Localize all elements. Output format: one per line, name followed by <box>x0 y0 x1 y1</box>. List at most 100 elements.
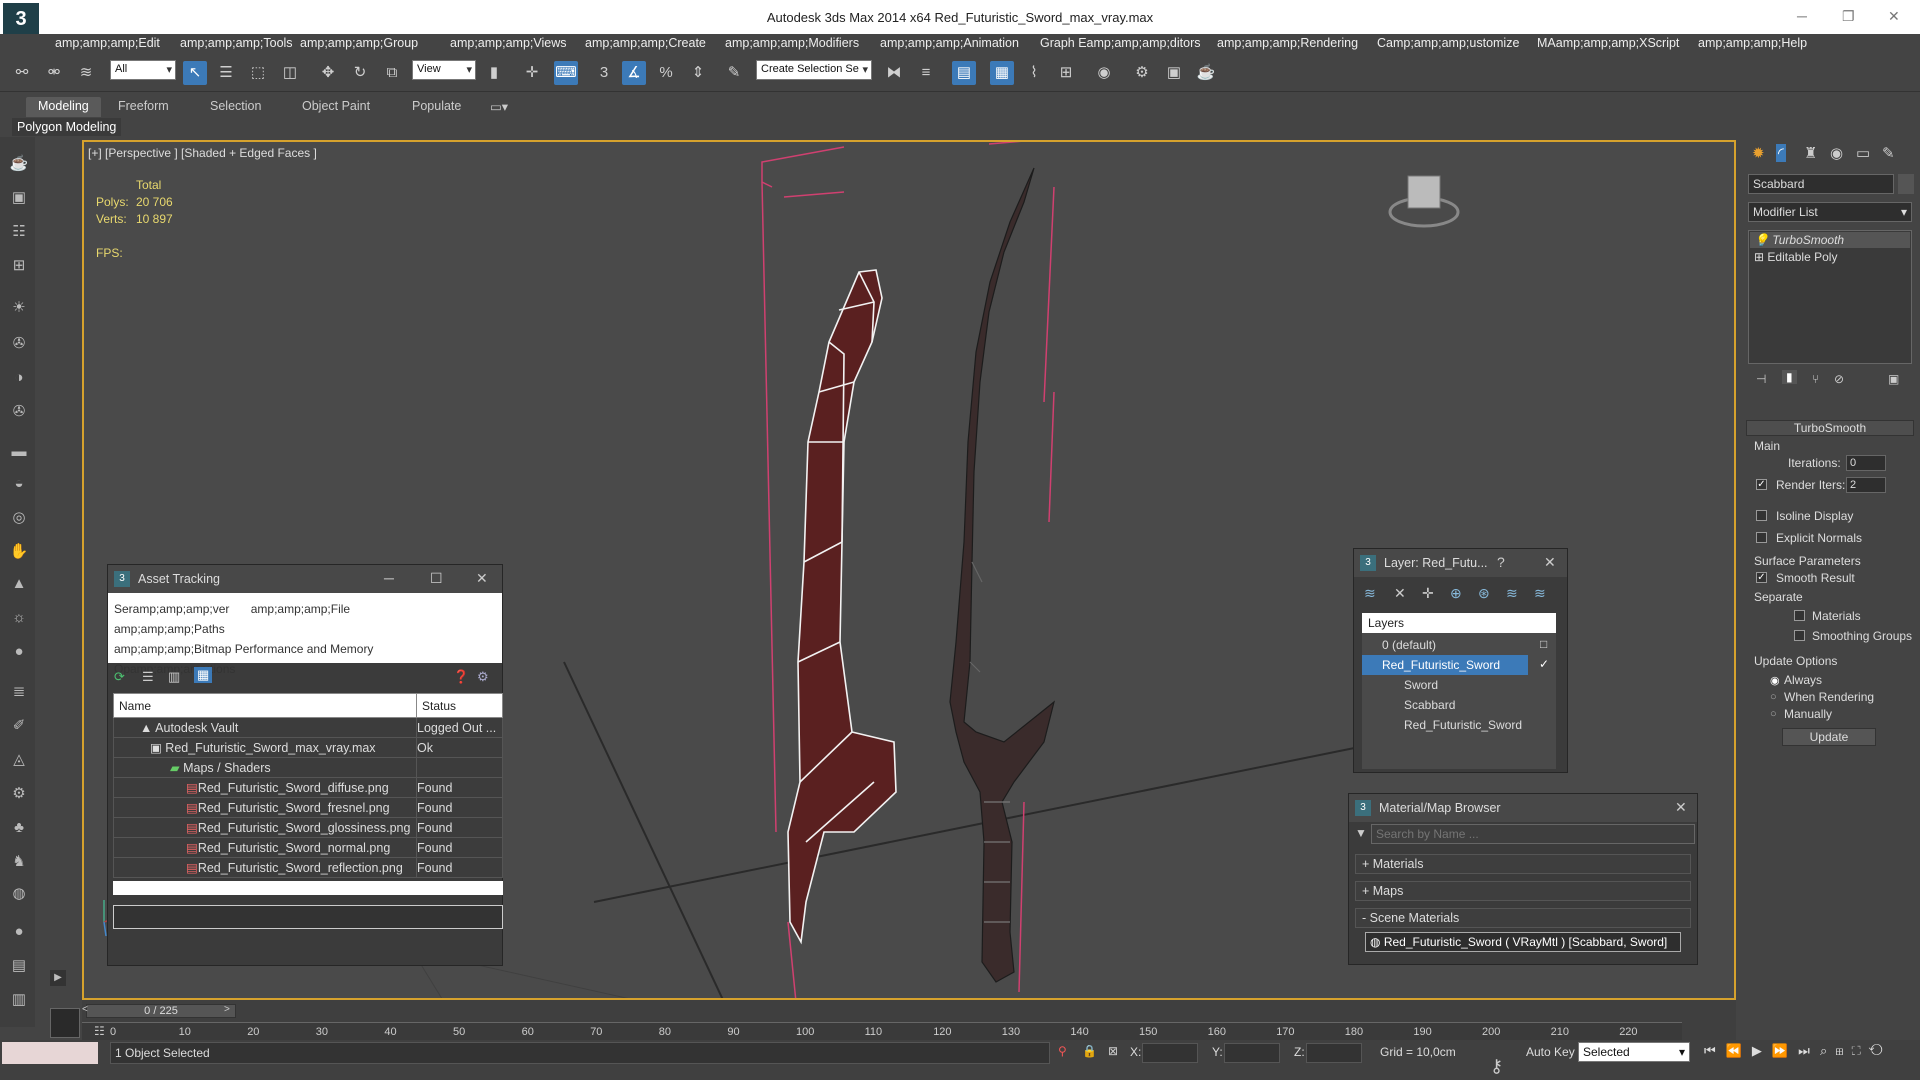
key-icon[interactable]: ⚷ <box>1490 1056 1503 1077</box>
menu-tools[interactable]: amp;amp;amp;Tools <box>180 36 293 50</box>
list-icon[interactable]: ☷ <box>8 221 30 243</box>
unlink-icon[interactable]: ⚮ <box>42 61 66 85</box>
maxscript-listener[interactable] <box>2 1042 98 1064</box>
absolute-mode-icon[interactable]: ⊠ <box>1108 1044 1118 1058</box>
next-frame-arrow-icon[interactable]: > <box>224 1004 230 1015</box>
layer-item-red-futuristic-sword[interactable]: Red_Futuristic_Sword <box>1362 655 1528 675</box>
select-by-name-icon[interactable]: ☰ <box>214 61 238 85</box>
menu-graph-editors[interactable]: Graph Eamp;amp;amp;ditors <box>1040 36 1201 50</box>
next-key-icon[interactable]: ⏩ <box>1772 1043 1798 1058</box>
group-scene-materials[interactable]: - Scene Materials <box>1355 908 1691 928</box>
prev-frame-arrow-icon[interactable]: < <box>82 1004 88 1015</box>
sphere-icon[interactable]: ◒ <box>8 473 30 495</box>
group-maps[interactable]: + Maps <box>1355 881 1691 901</box>
pin-stack-icon[interactable]: ⊣ <box>1756 372 1766 386</box>
rendered-frame-icon[interactable]: ▣ <box>1162 61 1186 85</box>
asset-menu-server[interactable]: Seramp;amp;amp;ver <box>114 602 229 616</box>
go-end-icon[interactable]: ⏭ <box>1798 1043 1820 1058</box>
asset-menu-file[interactable]: amp;amp;amp;File <box>251 602 350 616</box>
layer-manager-icon[interactable]: ≋ <box>1364 585 1376 602</box>
tab-populate[interactable]: Populate <box>400 97 473 117</box>
lightbulb-icon[interactable]: 💡 <box>1754 233 1769 247</box>
keyboard-shortcut-icon[interactable]: ⌨ <box>554 61 578 85</box>
lock-icon[interactable]: 🔒 <box>1082 1044 1097 1058</box>
globe-icon[interactable]: ◍ <box>8 883 30 905</box>
sun-icon[interactable]: ☼ <box>8 607 30 629</box>
menu-group[interactable]: amp;amp;amp;Group <box>300 36 418 50</box>
ribbon-toggle-icon[interactable]: ▦ <box>990 61 1014 85</box>
menu-help[interactable]: amp;amp;amp;Help <box>1698 36 1807 50</box>
layer-object-scabbard[interactable]: Scabbard <box>1362 695 1556 715</box>
named-selection-set-dropdown[interactable]: Create Selection Se <box>756 60 872 80</box>
torus-icon[interactable]: ◎ <box>8 507 30 529</box>
time-slider[interactable]: 0 / 225 <box>86 1004 236 1018</box>
modifier-list-dropdown[interactable]: Modifier List ▾ <box>1748 202 1912 222</box>
search-input[interactable] <box>1371 824 1695 844</box>
minimize-icon[interactable]: ─ <box>384 570 394 586</box>
mirror-icon[interactable]: ⧓ <box>882 61 906 85</box>
settings-icon[interactable]: ⚙ <box>477 669 489 685</box>
detail-view-icon[interactable]: ▥ <box>168 669 180 685</box>
cone-icon[interactable]: ▲ <box>8 573 30 595</box>
browser-options-icon[interactable]: ▼ <box>1355 826 1367 840</box>
table-row[interactable]: ▲ Autodesk Vault Logged Out ... <box>113 717 503 738</box>
table-row[interactable]: ▤Red_Futuristic_Sword_glossiness.png Foun… <box>113 817 503 838</box>
box-icon[interactable]: ▬ <box>8 441 30 463</box>
edit-named-sets-icon[interactable]: ✎ <box>722 61 746 85</box>
hide-toggle-icon[interactable]: □ <box>1540 637 1547 651</box>
restore-icon[interactable]: ❐ <box>1842 8 1855 25</box>
tab-modeling[interactable]: Modeling <box>26 97 101 117</box>
table-row[interactable]: ▤Red_Futuristic_Sword_fresnel.png Found <box>113 797 503 818</box>
materials-checkbox[interactable] <box>1794 610 1805 621</box>
selection-filter-dropdown[interactable]: All <box>110 60 176 80</box>
close-icon[interactable]: ✕ <box>1544 554 1556 571</box>
pivot-center-icon[interactable]: ▮ <box>482 61 506 85</box>
stack-item-turbosmooth[interactable]: 💡 TurboSmooth <box>1750 232 1910 248</box>
maximize-icon[interactable]: ☐ <box>430 570 443 587</box>
table-view-icon[interactable]: ▦ <box>194 667 213 683</box>
schematic-view-icon[interactable]: ⊞ <box>1054 61 1078 85</box>
col-status-header[interactable]: Status <box>416 693 503 718</box>
highlight-layer-icon[interactable]: ⊛ <box>1478 585 1490 602</box>
table-row[interactable]: ▤Red_Futuristic_Sword_reflection.png Foun… <box>113 857 503 878</box>
close-icon[interactable]: ✕ <box>1675 799 1687 816</box>
link-icon[interactable]: ⚯ <box>10 61 34 85</box>
tab-selection[interactable]: Selection <box>198 97 273 117</box>
delete-layer-icon[interactable]: ✕ <box>1394 585 1406 602</box>
material-editor-icon[interactable]: ◉ <box>1092 61 1116 85</box>
curve-editor-icon[interactable]: ⌇ <box>1022 61 1046 85</box>
create-tab-icon[interactable]: ✹ <box>1752 144 1765 162</box>
hand-icon[interactable]: ✋ <box>8 541 30 563</box>
pyramid-icon[interactable]: ◬ <box>8 749 30 771</box>
layer-object-red-futuristic-sword[interactable]: Red_Futuristic_Sword <box>1362 715 1556 735</box>
prev-key-icon[interactable]: ⏪ <box>1726 1043 1752 1058</box>
menu-views[interactable]: amp;amp;amp;Views <box>450 36 567 50</box>
menu-modifiers[interactable]: amp;amp;amp;Modifiers <box>725 36 859 50</box>
stack-item-editable-poly[interactable]: ⊞ Editable Poly <box>1750 249 1910 265</box>
light-icon[interactable]: ☀ <box>8 297 30 319</box>
menu-edit[interactable]: amp;amp;amp;Edit <box>55 36 160 50</box>
motion-tab-icon[interactable]: ◉ <box>1830 144 1843 162</box>
layers-header[interactable]: Layers <box>1362 613 1556 633</box>
remove-modifier-icon[interactable]: ⊘ <box>1834 372 1844 386</box>
set-key-filter-dropdown[interactable]: Selected ▾ <box>1578 1042 1690 1062</box>
mini-curve-icon[interactable] <box>50 1008 80 1038</box>
scene-material-item[interactable]: ◍ Red_Futuristic_Sword ( VRayMtl ) [Scab… <box>1365 932 1681 952</box>
tab-object-paint[interactable]: Object Paint <box>290 97 382 117</box>
utilities-tab-icon[interactable]: ✎ <box>1882 144 1895 162</box>
save-icon[interactable]: ▥ <box>8 989 30 1011</box>
zoom-all-icon[interactable]: ⊞ <box>1835 1043 1851 1058</box>
display-tab-icon[interactable]: ▭ <box>1856 144 1870 162</box>
when-rendering-radio[interactable]: ○ <box>1770 691 1777 703</box>
select-in-layer-icon[interactable]: ⊕ <box>1450 585 1462 602</box>
window-crossing-icon[interactable]: ◫ <box>278 61 302 85</box>
auto-key-button[interactable]: Auto Key <box>1526 1045 1575 1059</box>
configure-modifier-icon[interactable]: ▣ <box>1888 372 1899 386</box>
percent-snap-icon[interactable]: % <box>654 61 678 85</box>
object-name-field[interactable]: Scabbard <box>1748 174 1894 194</box>
menu-create[interactable]: amp;amp;amp;Create <box>585 36 706 50</box>
zoom-icon[interactable]: ⌕ <box>1820 1043 1835 1058</box>
explicit-normals-checkbox[interactable] <box>1756 532 1767 543</box>
align-icon[interactable]: ≡ <box>914 61 938 85</box>
grid-icon[interactable]: ⊞ <box>8 255 30 277</box>
